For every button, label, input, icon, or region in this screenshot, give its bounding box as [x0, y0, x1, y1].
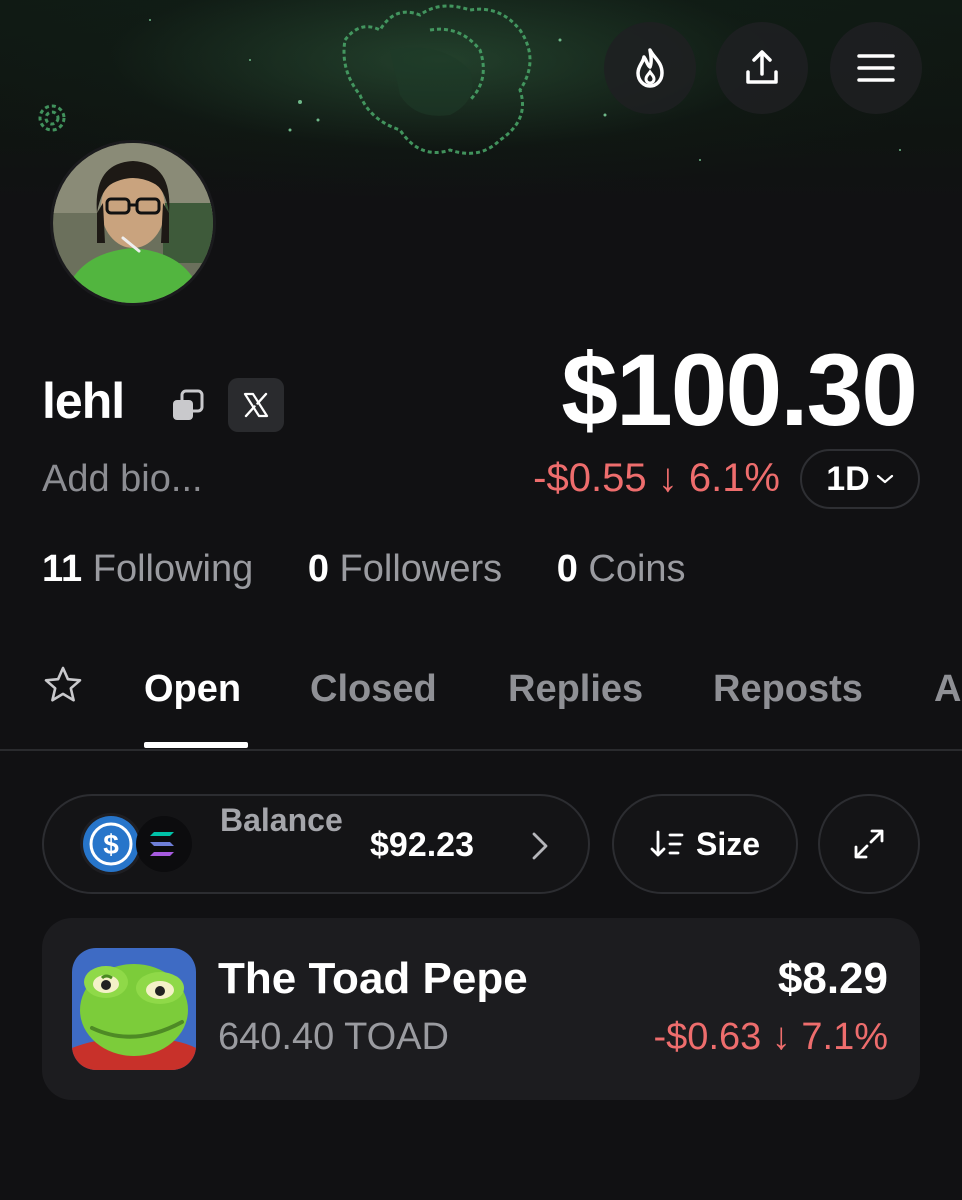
tab-truncated[interactable]: A: [934, 668, 961, 711]
avatar-image: [53, 143, 213, 303]
flame-button[interactable]: [604, 22, 696, 114]
token-change: -$0.63 ↓ 7.1%: [653, 1016, 888, 1058]
usdc-icon: $: [80, 813, 142, 875]
coins-stat[interactable]: 0 Coins: [557, 548, 686, 590]
change-amount: -$0.55: [533, 456, 647, 500]
avatar[interactable]: [50, 140, 216, 306]
x-link-button[interactable]: [228, 378, 284, 432]
tab-closed[interactable]: Closed: [310, 668, 437, 711]
token-value: $8.29: [777, 954, 888, 1003]
chevron-right-icon: [532, 832, 548, 860]
chevron-down-icon: [876, 474, 893, 484]
sort-size-button[interactable]: Size: [612, 794, 798, 894]
active-tab-indicator: [144, 742, 248, 748]
expand-icon: [854, 829, 884, 859]
change-percent: 6.1%: [688, 456, 780, 500]
holding-row[interactable]: The Toad Pepe 640.40 TOAD $8.29 -$0.63 ↓…: [42, 918, 920, 1100]
token-name: The Toad Pepe: [218, 954, 528, 1003]
share-button[interactable]: [716, 22, 808, 114]
username: lehl: [42, 373, 125, 429]
tab-divider: [0, 749, 962, 751]
balance-value: $92.23: [370, 826, 474, 864]
balance-label: Balance: [220, 802, 343, 838]
tab-bar: Open Closed Replies Reposts A: [0, 660, 962, 750]
balance-card[interactable]: $ Balance $92.23: [42, 794, 590, 894]
portfolio-change: -$0.55 ↓ 6.1%: [533, 456, 780, 501]
svg-text:$: $: [103, 829, 119, 860]
expand-button[interactable]: [818, 794, 920, 894]
token-amount: 640.40 TOAD: [218, 1016, 449, 1058]
followers-stat[interactable]: 0 Followers: [308, 548, 502, 590]
flame-icon: [636, 48, 664, 88]
copy-icon[interactable]: [170, 388, 206, 424]
tab-reposts[interactable]: Reposts: [713, 668, 863, 711]
menu-button[interactable]: [830, 22, 922, 114]
period-label: 1D: [826, 459, 870, 498]
following-stat[interactable]: 11 Following: [42, 548, 253, 590]
menu-icon: [857, 54, 895, 82]
tab-replies[interactable]: Replies: [508, 668, 643, 711]
share-icon: [746, 50, 778, 84]
star-icon[interactable]: [42, 664, 84, 706]
solana-icon: [136, 816, 192, 872]
tab-open[interactable]: Open: [144, 668, 241, 711]
profile-stats: 11 Following 0 Followers 0 Coins: [42, 548, 730, 591]
sort-label: Size: [695, 825, 761, 862]
period-selector[interactable]: 1D: [800, 449, 920, 509]
change-arrow-icon: ↓: [657, 456, 678, 500]
bio-placeholder[interactable]: Add bio...: [42, 458, 203, 501]
x-logo-icon: [243, 392, 269, 418]
portfolio-value: $100.30: [561, 333, 918, 447]
token-image: [72, 948, 196, 1070]
sort-icon: [650, 830, 684, 857]
